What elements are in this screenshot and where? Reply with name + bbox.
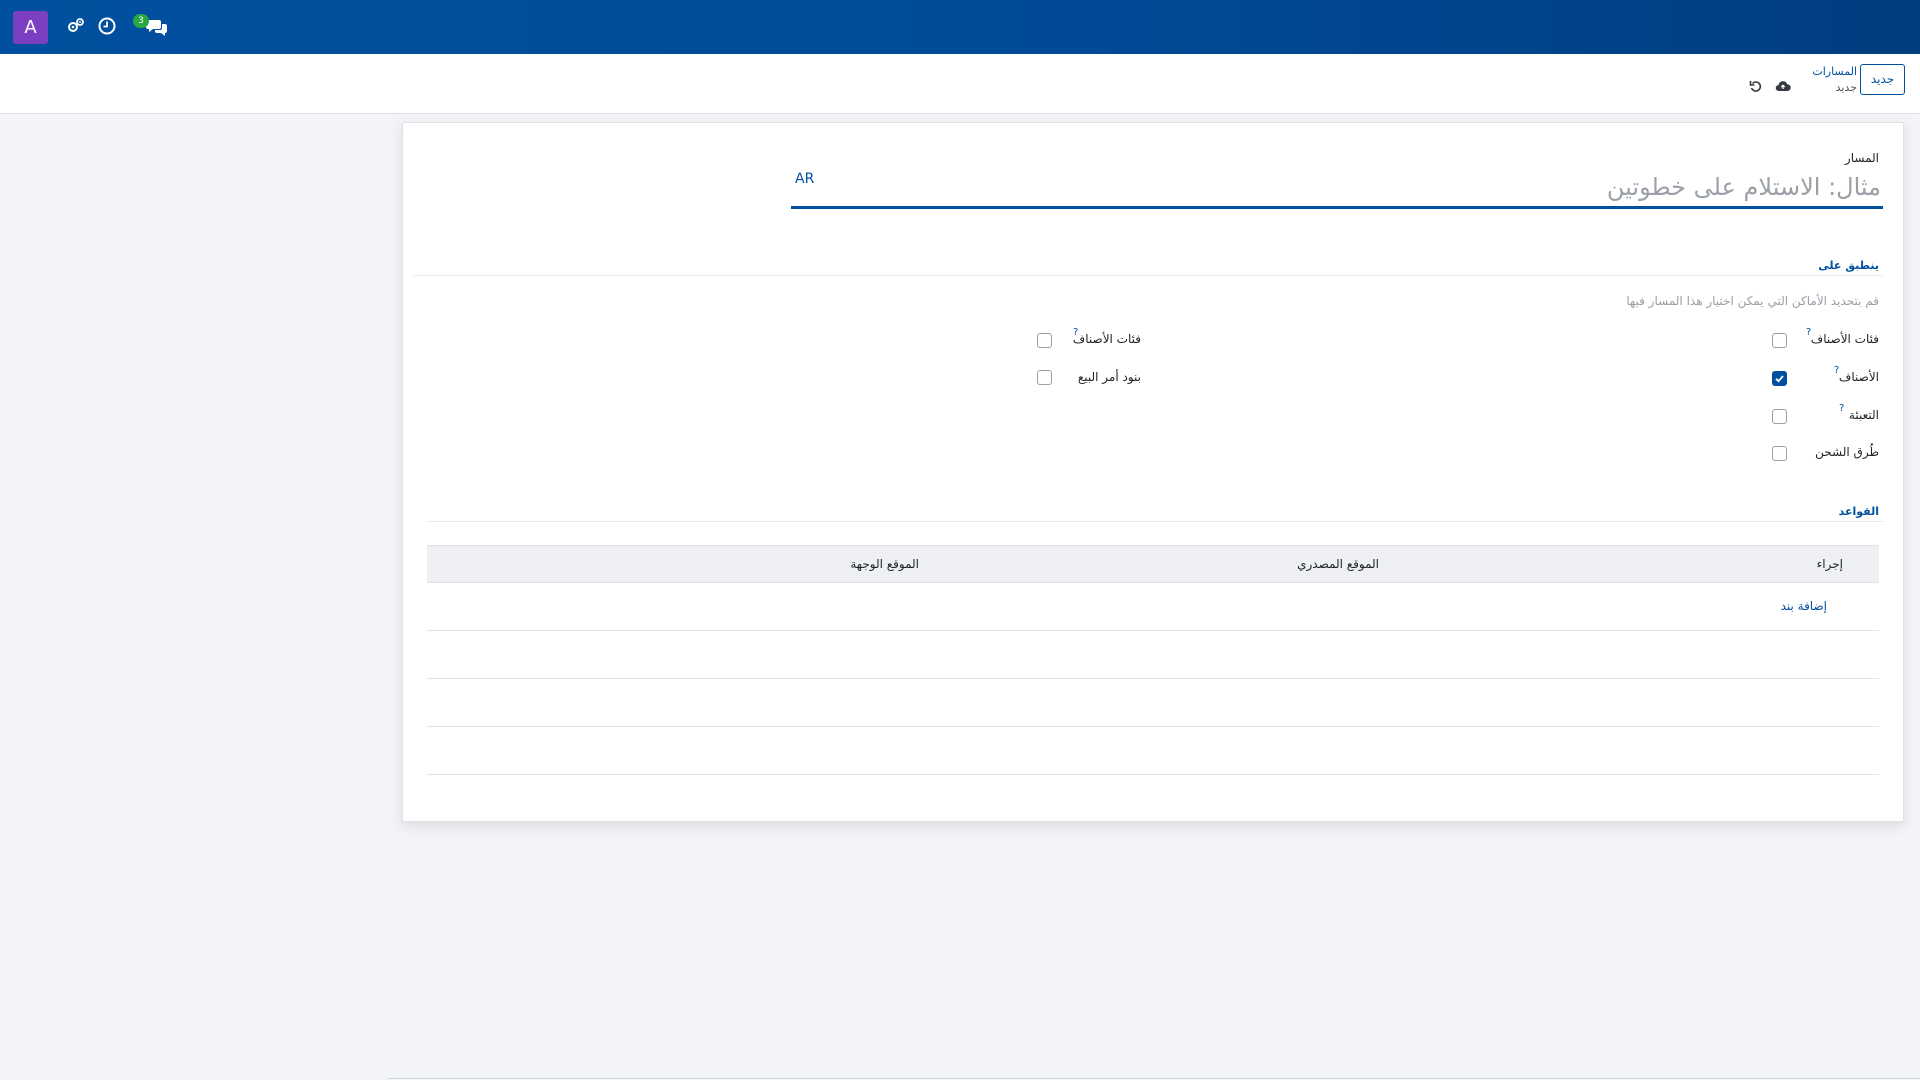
cloud-upload-icon[interactable]: [1775, 78, 1791, 94]
table-row: [427, 679, 1879, 727]
help-icon[interactable]: ?: [1839, 403, 1844, 414]
product-categories-checkbox[interactable]: [1772, 333, 1787, 348]
sales-order-lines-checkbox[interactable]: [1037, 370, 1052, 385]
products-label: الأصناف: [1838, 370, 1879, 384]
sales-order-lines-label: بنود أمر البيع: [1077, 370, 1141, 384]
new-button[interactable]: جديد: [1860, 64, 1905, 95]
bottom-divider: [388, 1078, 1920, 1079]
product-categories-label: فئات الأصناف: [1810, 332, 1879, 346]
warehouses-label: فئات الأصناف: [1072, 332, 1141, 346]
section-divider: [427, 521, 1883, 522]
breadcrumb-routes-link[interactable]: المسارات: [1812, 64, 1857, 80]
table-row: إضافة بند: [427, 583, 1879, 631]
clock-icon[interactable]: [97, 16, 117, 36]
help-icon[interactable]: ?: [1806, 327, 1811, 338]
products-checkbox[interactable]: [1772, 371, 1787, 386]
section-divider: [413, 275, 1883, 276]
breadcrumb-current: جديد: [1835, 81, 1857, 94]
messages-count-badge: 3: [133, 14, 149, 28]
top-navbar: A 3: [0, 0, 1920, 54]
breadcrumb: المسارات جديد: [1812, 64, 1857, 96]
warehouses-checkbox[interactable]: [1037, 333, 1052, 348]
form-sheet: المسار AR ينطبق على قم بتحديد الأماكن ال…: [402, 122, 1904, 822]
route-name-label: المسار: [1844, 151, 1879, 165]
user-avatar[interactable]: A: [13, 11, 48, 44]
add-line-link[interactable]: إضافة بند: [1781, 599, 1827, 613]
language-tag[interactable]: AR: [795, 171, 814, 187]
shipping-methods-label: طُرق الشحن: [1815, 445, 1879, 459]
chat-icon[interactable]: [146, 16, 168, 36]
route-name-input[interactable]: [791, 167, 1883, 209]
packaging-label: التعبئة: [1848, 408, 1879, 422]
shipping-methods-checkbox[interactable]: [1772, 446, 1787, 461]
control-panel: جديد المسارات جديد: [0, 54, 1920, 114]
undo-icon[interactable]: [1748, 78, 1764, 94]
column-header-source-location[interactable]: الموقع المصدري: [1297, 557, 1379, 571]
applies-on-hint: قم بتحديد الأماكن التي يمكن اختيار هذا ا…: [1626, 294, 1879, 308]
settings-gears-icon[interactable]: [66, 16, 86, 36]
table-row: [427, 727, 1879, 775]
column-header-destination-location[interactable]: الموقع الوجهة: [850, 557, 919, 571]
applies-on-title: ينطبق على: [1818, 259, 1879, 272]
help-icon[interactable]: ?: [1073, 327, 1078, 338]
table-row: [427, 631, 1879, 679]
rules-title: القواعد: [1838, 505, 1879, 518]
packaging-checkbox[interactable]: [1772, 409, 1787, 424]
help-icon[interactable]: ?: [1834, 365, 1839, 376]
column-header-action[interactable]: إجراء: [1817, 557, 1843, 571]
rules-table-header: إجراء الموقع المصدري الموقع الوجهة: [427, 545, 1879, 583]
